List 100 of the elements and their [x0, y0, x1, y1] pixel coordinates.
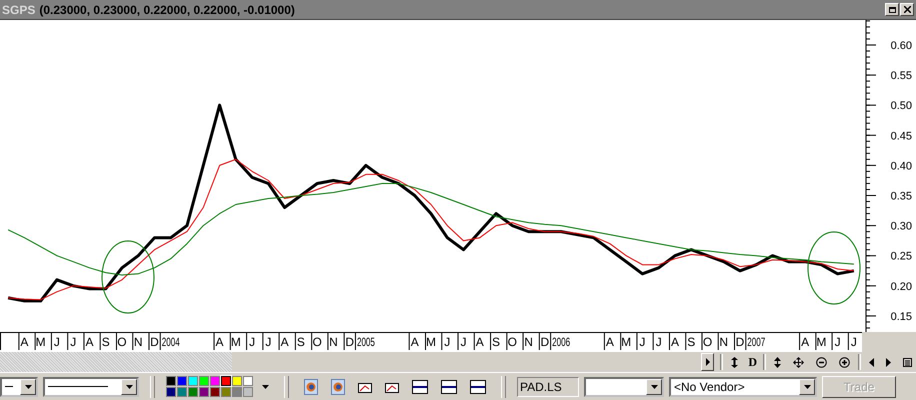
- axis-tick-label: S: [687, 335, 696, 349]
- axis-tick-label: A: [670, 335, 679, 349]
- caret-icon: [24, 384, 32, 388]
- axis-tick-label: J: [54, 335, 60, 349]
- axis-tick-label: A: [216, 335, 224, 349]
- line-style-dropdown[interactable]: [43, 376, 139, 396]
- axis-tick-label: J: [834, 335, 841, 349]
- zoom-out-icon: [816, 356, 827, 368]
- axis-tick-label: N: [719, 335, 728, 349]
- color-swatch[interactable]: [210, 387, 220, 397]
- axis-tick-label: A: [280, 335, 289, 349]
- color-swatch[interactable]: [232, 376, 242, 386]
- right-arrow-icon: [886, 358, 891, 366]
- color-swatch[interactable]: [177, 387, 187, 397]
- globe-icon: [331, 378, 345, 394]
- scroll-right-button[interactable]: [700, 353, 714, 371]
- color-swatch[interactable]: [188, 387, 198, 397]
- maximize-icon: [888, 6, 896, 12]
- axis-tick-label: 0.50: [890, 100, 912, 112]
- axis-tick-label: J: [460, 335, 467, 349]
- color-swatch[interactable]: [177, 376, 187, 386]
- caret-icon: [126, 384, 132, 388]
- window-icon: [412, 380, 428, 394]
- axis-tick-label: D: [540, 335, 550, 349]
- color-swatch[interactable]: [243, 387, 253, 397]
- axis-tick-label: S: [102, 335, 110, 349]
- axis-tick-label: J: [265, 335, 272, 349]
- axis-tick-label: D: [736, 335, 744, 349]
- axis-tick-label: 0.15: [890, 310, 912, 323]
- axis-tick-label: 0.45: [890, 130, 912, 142]
- move-icon: [793, 356, 804, 368]
- caret-icon: [262, 384, 269, 388]
- right-arrow-icon: [706, 358, 710, 366]
- close-icon: [904, 6, 910, 13]
- axis-tick-label: J: [639, 335, 646, 349]
- axis-tick-label: 2006: [552, 335, 579, 349]
- axis-tick-label: D: [150, 335, 159, 349]
- updown-arrow-icon: [774, 356, 781, 368]
- color-swatch[interactable]: [166, 376, 176, 386]
- line-width-dropdown[interactable]: [0, 376, 38, 396]
- maximize-button[interactable]: [885, 3, 899, 16]
- chart-icon: [358, 380, 372, 392]
- color-swatch[interactable]: [166, 387, 176, 397]
- axis-tick-label: M: [816, 335, 826, 349]
- axis-tick-label: O: [117, 335, 127, 349]
- color-swatch[interactable]: [221, 387, 231, 397]
- color-swatch[interactable]: [188, 376, 198, 386]
- axis-tick-label: M: [36, 335, 46, 349]
- color-swatch[interactable]: [210, 376, 220, 386]
- axis-tick-label: A: [20, 335, 28, 349]
- axis-tick-label: 2004: [162, 335, 188, 349]
- axis-tick-label: 2007: [747, 335, 774, 349]
- axis-tick-label: N: [524, 335, 533, 349]
- axis-tick-label: 0.30: [890, 220, 912, 233]
- axis-tick-label: A: [85, 335, 94, 349]
- caret-icon: [804, 384, 810, 388]
- axis-tick-label: O: [702, 335, 712, 349]
- window-title: SGPS: [2, 2, 36, 16]
- close-button[interactable]: [900, 3, 914, 16]
- axis-tick-label: D: [345, 335, 354, 349]
- axis-tick-label: A: [801, 335, 810, 349]
- axis-tick-label: O: [312, 335, 322, 349]
- axis-tick-label: A: [606, 335, 614, 349]
- axis-tick-label: J: [70, 335, 76, 349]
- axis-tick-label: 0.55: [890, 70, 912, 82]
- axis-tick-label: M: [230, 335, 241, 349]
- color-swatch[interactable]: [199, 376, 209, 386]
- axis-tick-label: 0.35: [890, 190, 912, 202]
- chart-icon: [385, 380, 399, 392]
- axis-tick-label: 0.20: [890, 280, 912, 293]
- color-swatch[interactable]: [221, 376, 231, 386]
- color-swatch[interactable]: [232, 387, 242, 397]
- window-icon: [441, 380, 457, 394]
- price-quote: (0.23000, 0.23000, 0.22000, 0.22000, -0.01000): [39, 2, 295, 16]
- axis-tick-label: J: [444, 335, 450, 349]
- list-icon: [903, 358, 912, 366]
- zoom-in-icon: [839, 356, 850, 368]
- symbol-dropdown[interactable]: [584, 376, 664, 396]
- axis-tick-label: J: [249, 335, 256, 349]
- axis-tick-label: J: [850, 335, 857, 349]
- axis-tick-label: M: [621, 335, 632, 349]
- axis-tick-label: 0.25: [890, 250, 912, 263]
- symbol-field[interactable]: PAD.LS: [517, 376, 579, 396]
- color-swatch[interactable]: [243, 376, 253, 386]
- caret-icon: [650, 384, 658, 388]
- axis-tick-label: 2005: [356, 335, 384, 349]
- axis-tick-label: N: [329, 335, 338, 349]
- left-arrow-icon: [869, 358, 874, 366]
- globe-icon: [304, 378, 318, 394]
- updown-arrow-icon: [731, 356, 738, 368]
- axis-tick-label: 0.40: [890, 160, 912, 172]
- line-sample-icon: [48, 386, 108, 388]
- axis-tick-label: A: [410, 335, 419, 349]
- axis-tick-label: S: [492, 335, 500, 349]
- vendor-dropdown[interactable]: <No Vendor>: [669, 376, 817, 396]
- axis-tick-label: S: [296, 335, 305, 349]
- axis-tick-label: N: [134, 335, 143, 349]
- axis-tick-label: A: [476, 335, 484, 349]
- color-swatch[interactable]: [199, 387, 209, 397]
- d-button[interactable]: D: [746, 354, 759, 370]
